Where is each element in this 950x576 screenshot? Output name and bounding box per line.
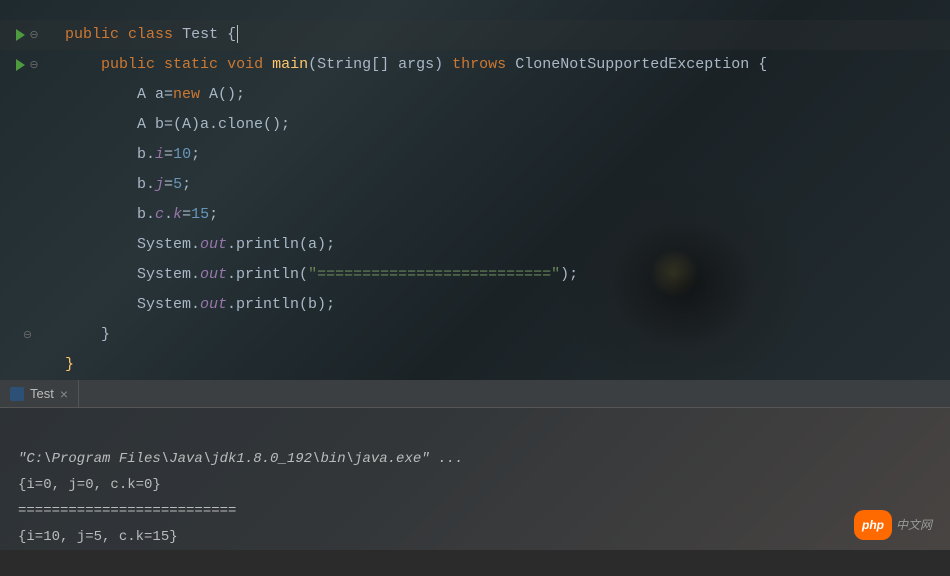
- caret: [237, 25, 238, 43]
- watermark-text: 中文网: [896, 512, 932, 538]
- line-1: public class Test {: [65, 26, 238, 43]
- line-11: }: [65, 326, 110, 343]
- line-8: System.out.println(a);: [65, 236, 335, 253]
- run-icon[interactable]: [16, 29, 25, 41]
- line-3: A a=new A();: [65, 86, 245, 103]
- console-tab-bar: Test ×: [0, 380, 950, 408]
- line-10: System.out.println(b);: [65, 296, 335, 313]
- line-2: public static void main(String[] args) t…: [65, 56, 767, 73]
- console-line-3: {i=10, j=5, c.k=15}: [18, 529, 178, 545]
- watermark-brand: php: [854, 510, 892, 540]
- fold-icon[interactable]: ⊖: [23, 328, 32, 342]
- line-12: }: [65, 356, 74, 373]
- editor-gutter: ⊖ ⊖ ⊖: [0, 0, 55, 380]
- fold-icon[interactable]: ⊖: [29, 58, 38, 72]
- code-text[interactable]: public class Test { public static void m…: [55, 0, 950, 380]
- close-icon[interactable]: ×: [60, 386, 68, 402]
- tab-label: Test: [30, 386, 54, 401]
- line-5: b.i=10;: [65, 146, 200, 163]
- line-9: System.out.println("====================…: [65, 266, 578, 283]
- console-line-1: {i=0, j=0, c.k=0}: [18, 477, 161, 493]
- line-7: b.c.k=15;: [65, 206, 218, 223]
- console-line-2: ==========================: [18, 503, 236, 519]
- console-tab-test[interactable]: Test ×: [0, 380, 79, 407]
- console-cmd: "C:\Program Files\Java\jdk1.8.0_192\bin\…: [18, 451, 463, 467]
- line-6: b.j=5;: [65, 176, 191, 193]
- run-icon[interactable]: [16, 59, 25, 71]
- line-4: A b=(A)a.clone();: [65, 116, 290, 133]
- code-editor[interactable]: ⊖ ⊖ ⊖ public class Test { public static …: [0, 0, 950, 380]
- console-output[interactable]: "C:\Program Files\Java\jdk1.8.0_192\bin\…: [0, 408, 950, 550]
- fold-icon[interactable]: ⊖: [29, 28, 38, 42]
- run-config-icon: [10, 387, 24, 401]
- watermark: php 中文网: [854, 510, 932, 540]
